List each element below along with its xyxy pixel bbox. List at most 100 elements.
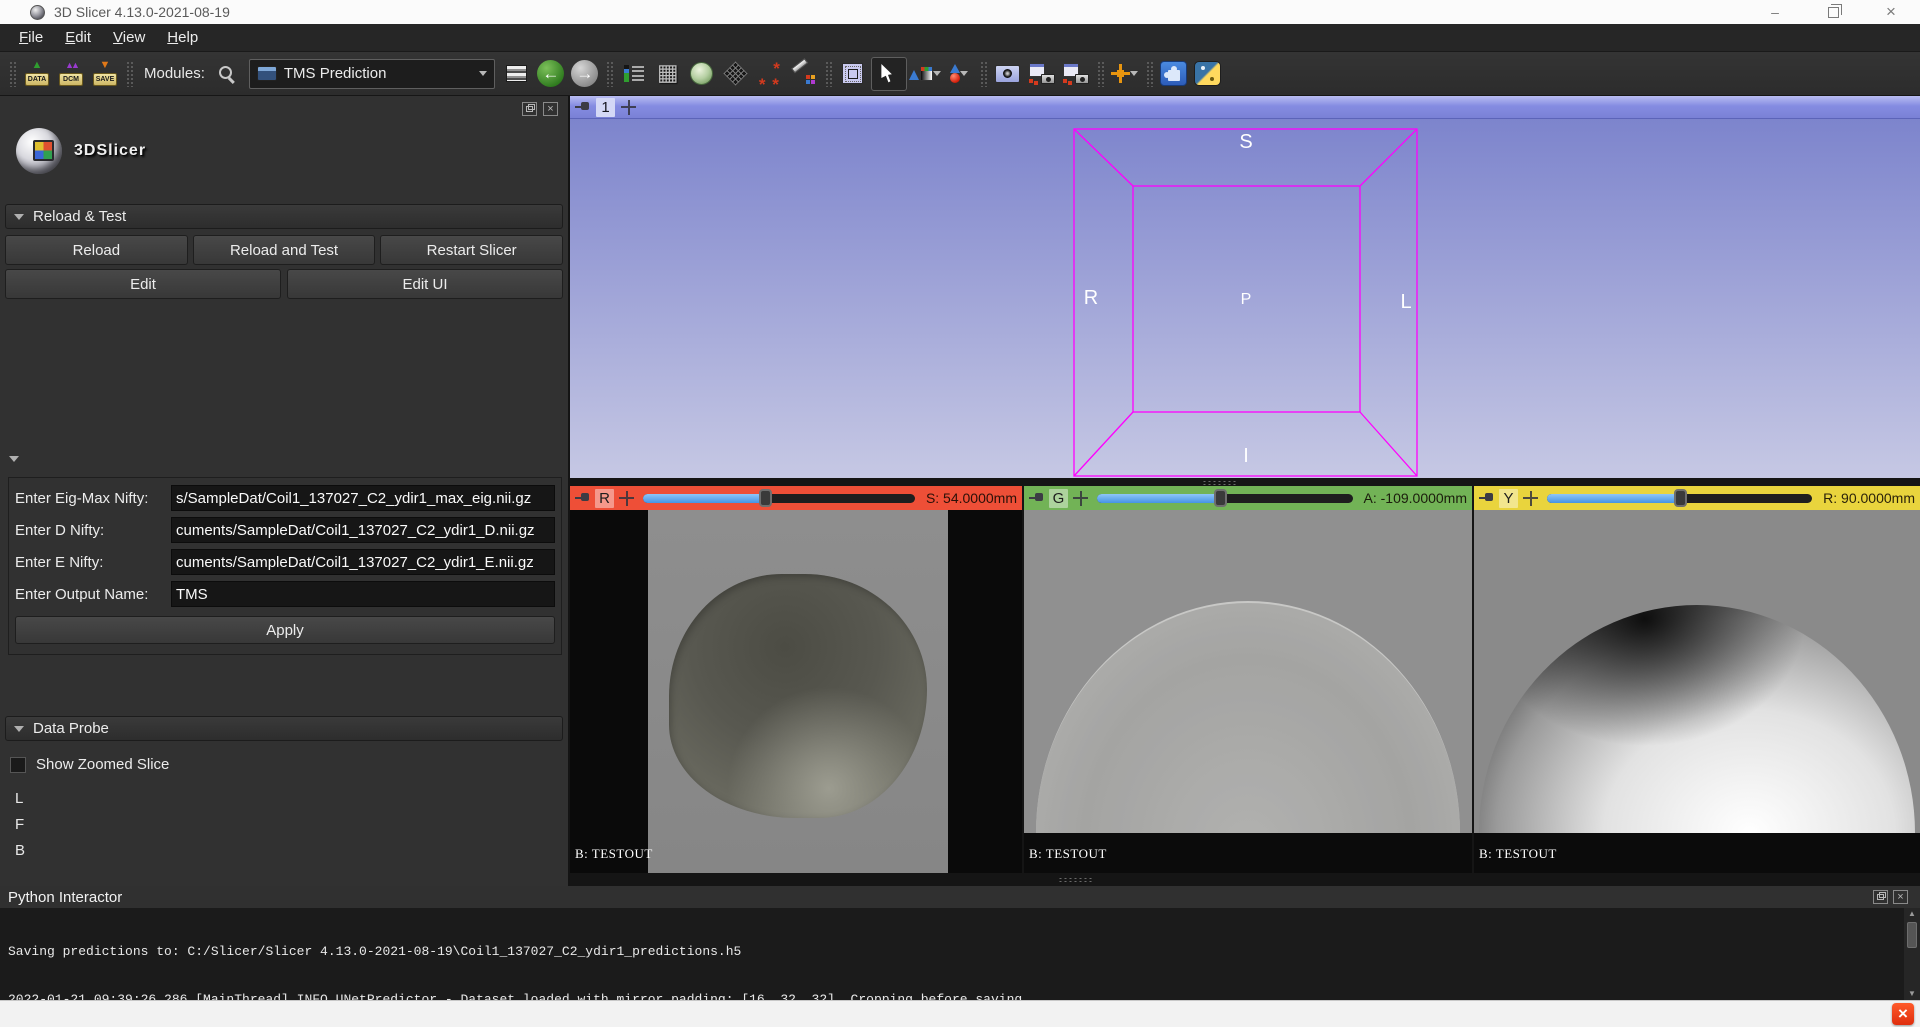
panel-close-button[interactable]: ×	[1893, 890, 1908, 904]
menu-file[interactable]: File	[8, 26, 54, 49]
green-slice-offset: A: -109.0000mm	[1364, 490, 1468, 506]
place-point-button[interactable]	[943, 58, 975, 90]
slider-handle[interactable]	[1674, 489, 1687, 507]
green-slice-controller-bar[interactable]: G A: -109.0000mm	[1024, 486, 1472, 510]
collapse-triangle-icon[interactable]	[9, 456, 19, 462]
toolbar-grip[interactable]	[9, 61, 16, 87]
slice-view-red[interactable]: R S: 54.0000mm B: TESTOUT	[570, 486, 1022, 873]
toolbar-grip[interactable]	[1097, 61, 1104, 87]
brain-dome-axial	[1036, 601, 1460, 833]
models-button[interactable]	[686, 58, 718, 90]
pointer-mode-button[interactable]	[871, 57, 907, 91]
reload-and-test-button[interactable]: Reload and Test	[193, 235, 376, 265]
threed-view-controller-bar[interactable]: 1	[570, 96, 1920, 119]
toolbar-grip[interactable]	[126, 61, 133, 87]
yellow-slice-slider[interactable]	[1547, 494, 1812, 503]
edit-button-row: Edit Edit UI	[5, 269, 563, 299]
console-scrollbar[interactable]: ▲ ▼	[1904, 908, 1920, 1000]
yellow-slice-image[interactable]: B: TESTOUT	[1474, 510, 1920, 873]
scroll-down-icon[interactable]: ▼	[1908, 988, 1916, 1000]
toolbar-grip[interactable]	[825, 61, 832, 87]
red-slice-image[interactable]: B: TESTOUT	[570, 510, 1022, 873]
slider-handle[interactable]	[759, 489, 772, 507]
volume-rendering-button[interactable]: ▦	[652, 58, 684, 90]
scroll-up-icon[interactable]: ▲	[1908, 908, 1916, 920]
pin-icon[interactable]	[575, 101, 590, 113]
panel-float-button[interactable]	[522, 102, 537, 116]
threed-view[interactable]: 1 S R P L I	[570, 96, 1920, 478]
window-level-button[interactable]	[909, 58, 941, 90]
green-slice-slider[interactable]	[1097, 494, 1353, 503]
load-dicom-button[interactable]: ▲▲DCM	[55, 58, 87, 90]
yellow-slice-controller-bar[interactable]: Y R: 90.0000mm	[1474, 486, 1920, 510]
apply-button[interactable]: Apply	[15, 616, 555, 644]
subject-hierarchy-button[interactable]	[618, 58, 650, 90]
load-data-button[interactable]: ▲DATA	[21, 58, 53, 90]
view-options-icon[interactable]	[1073, 491, 1088, 506]
extensions-manager-button[interactable]	[1158, 58, 1190, 90]
python-console-button[interactable]	[1192, 58, 1224, 90]
restore-button[interactable]	[1804, 0, 1862, 24]
pin-icon[interactable]	[1479, 492, 1494, 504]
red-slice-controller-bar[interactable]: R S: 54.0000mm	[570, 486, 1022, 510]
crosshair-button[interactable]	[1109, 58, 1141, 90]
pin-icon[interactable]	[575, 492, 590, 504]
close-button[interactable]: ×	[1862, 0, 1920, 24]
minimize-button[interactable]: –	[1746, 0, 1804, 24]
horizontal-splitter[interactable]	[570, 478, 1920, 486]
splitter-grip[interactable]	[1202, 480, 1236, 485]
view-options-icon[interactable]	[619, 491, 634, 506]
screen-capture-button[interactable]	[1060, 58, 1092, 90]
reload-test-section-header[interactable]: Reload & Test	[5, 204, 563, 229]
view-options-icon[interactable]	[621, 100, 636, 115]
slice-view-green[interactable]: G A: -109.0000mm B: TESTOUT	[1024, 486, 1472, 873]
module-search-button[interactable]	[211, 58, 243, 90]
annotations-button[interactable]	[788, 58, 820, 90]
panel-float-button[interactable]	[1873, 890, 1888, 904]
eig-max-input[interactable]	[171, 485, 555, 511]
pin-icon[interactable]	[1029, 492, 1044, 504]
menu-help[interactable]: Help	[156, 26, 209, 49]
python-console-output[interactable]: Saving predictions to: C:/Slicer/Slicer …	[0, 908, 1920, 1000]
restart-slicer-button[interactable]: Restart Slicer	[380, 235, 563, 265]
module-back-button[interactable]: ←	[535, 58, 567, 90]
edit-ui-button[interactable]: Edit UI	[287, 269, 563, 299]
output-name-input[interactable]	[171, 581, 555, 607]
toolbar-grip[interactable]	[980, 61, 987, 87]
edit-button[interactable]: Edit	[5, 269, 281, 299]
roi-button[interactable]	[837, 58, 869, 90]
slice-view-yellow[interactable]: Y R: 90.0000mm B: TESTOUT	[1474, 486, 1920, 873]
horizontal-splitter[interactable]	[570, 873, 1920, 886]
screenshot-button[interactable]	[1026, 58, 1058, 90]
panel-close-button[interactable]: ×	[543, 102, 558, 116]
green-slice-image[interactable]: B: TESTOUT	[1024, 510, 1472, 873]
fiducial-stars-icon: ***	[758, 62, 782, 86]
overlay-close-button[interactable]: ×	[1892, 1003, 1914, 1025]
menu-view[interactable]: View	[102, 26, 156, 49]
reload-button[interactable]: Reload	[5, 235, 188, 265]
float-icon	[1877, 894, 1884, 900]
save-button[interactable]: ▼SAVE	[89, 58, 121, 90]
transforms-button[interactable]	[720, 58, 752, 90]
slicer-window: 3D Slicer 4.13.0-2021-08-19 – × File Edi…	[0, 0, 1920, 1027]
capture-view-button[interactable]	[992, 58, 1024, 90]
module-forward-button[interactable]: →	[569, 58, 601, 90]
brain-dome-sagittal	[1479, 605, 1915, 833]
red-slice-slider[interactable]	[643, 494, 915, 503]
menu-edit[interactable]: Edit	[54, 26, 102, 49]
show-zoomed-slice-checkbox[interactable]	[10, 757, 26, 773]
toolbar-grip[interactable]	[1146, 61, 1153, 87]
e-nifty-input[interactable]	[171, 549, 555, 575]
d-nifty-input[interactable]	[171, 517, 555, 543]
view-options-icon[interactable]	[1523, 491, 1538, 506]
markups-button[interactable]: ***	[754, 58, 786, 90]
splitter-grip[interactable]	[1058, 877, 1092, 882]
slider-handle[interactable]	[1214, 489, 1227, 507]
toolbar-grip[interactable]	[606, 61, 613, 87]
threed-viewport[interactable]: S R P L I	[570, 119, 1920, 478]
data-probe-section-header[interactable]: Data Probe	[5, 716, 563, 741]
layout-button[interactable]	[501, 58, 533, 90]
window-level-icon	[909, 66, 933, 81]
module-selector-dropdown[interactable]: TMS Prediction	[249, 59, 495, 89]
scroll-thumb[interactable]	[1907, 922, 1917, 948]
